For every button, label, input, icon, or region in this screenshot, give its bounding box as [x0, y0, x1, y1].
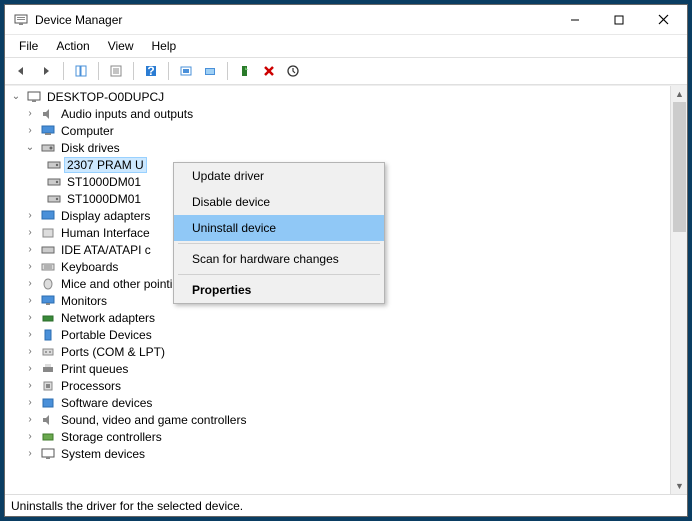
root-label: DESKTOP-O0DUPCJ [45, 90, 166, 104]
ports-icon [40, 345, 56, 359]
forward-button[interactable] [35, 60, 57, 82]
tree-category-network[interactable]: › Network adapters [5, 309, 670, 326]
context-scan-hardware[interactable]: Scan for hardware changes [174, 246, 384, 272]
disk-icon [46, 192, 62, 206]
vertical-scrollbar[interactable]: ▲ ▼ [670, 86, 687, 494]
tree-category-computer[interactable]: › Computer [5, 122, 670, 139]
expand-icon[interactable]: › [23, 227, 37, 238]
expand-icon[interactable]: › [23, 380, 37, 391]
statusbar: Uninstalls the driver for the selected d… [5, 494, 687, 516]
device-tree[interactable]: ⌄ DESKTOP-O0DUPCJ › Audio inputs and out… [5, 86, 670, 494]
expand-icon[interactable]: › [23, 363, 37, 374]
tree-category-sound[interactable]: › Sound, video and game controllers [5, 411, 670, 428]
uninstall-device-button[interactable] [258, 60, 280, 82]
expand-icon[interactable]: › [23, 414, 37, 425]
menu-view[interactable]: View [100, 37, 142, 55]
tree-category-software[interactable]: › Software devices [5, 394, 670, 411]
toolbar: ? [5, 57, 687, 85]
expand-icon[interactable]: › [23, 108, 37, 119]
device-manager-window: Device Manager File Action View Help ? [4, 4, 688, 517]
hid-icon [40, 226, 56, 240]
tree-category-print[interactable]: › Print queues [5, 360, 670, 377]
portable-icon [40, 328, 56, 342]
tree-root[interactable]: ⌄ DESKTOP-O0DUPCJ [5, 88, 670, 105]
context-uninstall-device[interactable]: Uninstall device [174, 215, 384, 241]
storage-icon [40, 430, 56, 444]
printer-icon [40, 362, 56, 376]
status-text: Uninstalls the driver for the selected d… [11, 499, 243, 513]
collapse-icon[interactable]: ⌄ [23, 142, 37, 153]
svg-text:?: ? [147, 64, 154, 78]
scroll-up-icon[interactable]: ▲ [671, 86, 687, 102]
expand-icon[interactable]: › [23, 397, 37, 408]
disk-icon [46, 158, 62, 172]
expand-icon[interactable]: › [23, 261, 37, 272]
cpu-icon [40, 379, 56, 393]
system-icon [40, 447, 56, 461]
window-title: Device Manager [35, 13, 553, 27]
tree-category-storage[interactable]: › Storage controllers [5, 428, 670, 445]
close-button[interactable] [641, 6, 685, 34]
computer-icon [40, 124, 56, 138]
menu-file[interactable]: File [11, 37, 46, 55]
disk-icon [40, 141, 56, 155]
keyboard-icon [40, 260, 56, 274]
update-driver-button[interactable] [199, 60, 221, 82]
show-hide-tree-button[interactable] [70, 60, 92, 82]
enable-device-button[interactable] [234, 60, 256, 82]
context-separator [178, 274, 380, 275]
app-icon [13, 12, 29, 28]
back-button[interactable] [11, 60, 33, 82]
collapse-icon[interactable]: ⌄ [9, 91, 23, 102]
window-controls [553, 6, 685, 34]
scroll-down-icon[interactable]: ▼ [671, 478, 687, 494]
context-separator [178, 243, 380, 244]
network-icon [40, 311, 56, 325]
context-menu: Update driver Disable device Uninstall d… [173, 162, 385, 304]
audio-icon [40, 107, 56, 121]
computer-icon [26, 90, 42, 104]
tree-category-portable[interactable]: › Portable Devices [5, 326, 670, 343]
sound-icon [40, 413, 56, 427]
ide-icon [40, 243, 56, 257]
menubar: File Action View Help [5, 35, 687, 57]
expand-icon[interactable]: › [23, 431, 37, 442]
expand-icon[interactable]: › [23, 125, 37, 136]
scrollbar-thumb[interactable] [673, 102, 686, 232]
expand-icon[interactable]: › [23, 448, 37, 459]
expand-icon[interactable]: › [23, 210, 37, 221]
disable-device-button[interactable] [282, 60, 304, 82]
tree-category-ports[interactable]: › Ports (COM & LPT) [5, 343, 670, 360]
content-area: ⌄ DESKTOP-O0DUPCJ › Audio inputs and out… [5, 85, 687, 494]
titlebar: Device Manager [5, 5, 687, 35]
scan-hardware-button[interactable] [175, 60, 197, 82]
tree-category-disk[interactable]: ⌄ Disk drives [5, 139, 670, 156]
minimize-button[interactable] [553, 6, 597, 34]
mouse-icon [40, 277, 56, 291]
context-disable-device[interactable]: Disable device [174, 189, 384, 215]
expand-icon[interactable]: › [23, 295, 37, 306]
tree-category-system[interactable]: › System devices [5, 445, 670, 462]
disk-icon [46, 175, 62, 189]
expand-icon[interactable]: › [23, 329, 37, 340]
help-button[interactable]: ? [140, 60, 162, 82]
tree-category-processors[interactable]: › Processors [5, 377, 670, 394]
software-icon [40, 396, 56, 410]
context-properties[interactable]: Properties [174, 277, 384, 303]
expand-icon[interactable]: › [23, 346, 37, 357]
expand-icon[interactable]: › [23, 312, 37, 323]
monitor-icon [40, 294, 56, 308]
menu-action[interactable]: Action [48, 37, 97, 55]
context-update-driver[interactable]: Update driver [174, 163, 384, 189]
properties-button[interactable] [105, 60, 127, 82]
tree-category-audio[interactable]: › Audio inputs and outputs [5, 105, 670, 122]
menu-help[interactable]: Help [144, 37, 185, 55]
maximize-button[interactable] [597, 6, 641, 34]
expand-icon[interactable]: › [23, 278, 37, 289]
display-icon [40, 209, 56, 223]
expand-icon[interactable]: › [23, 244, 37, 255]
